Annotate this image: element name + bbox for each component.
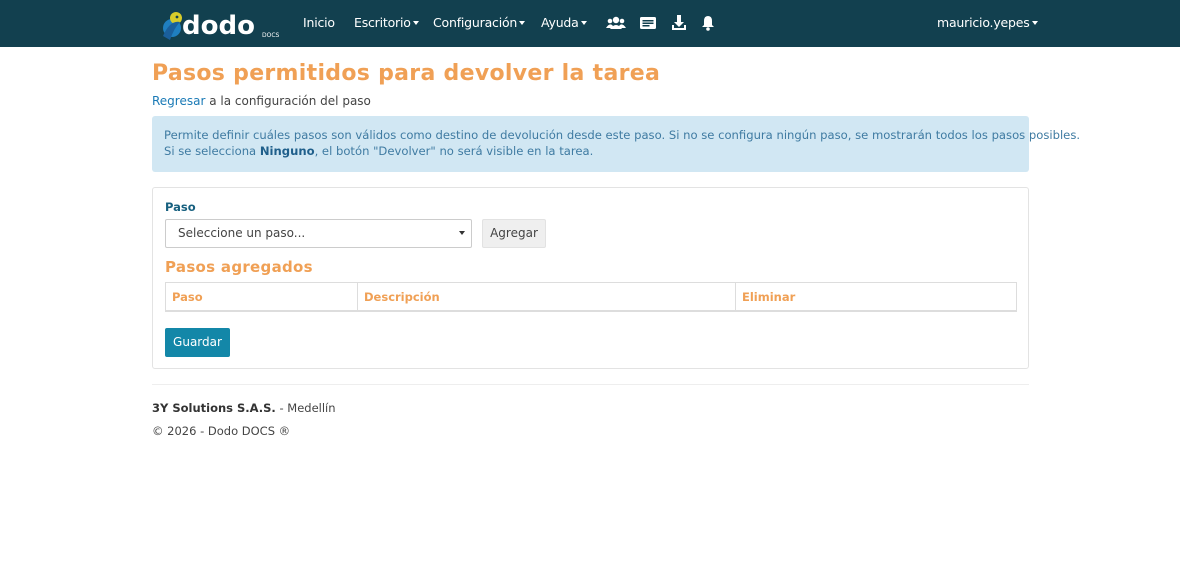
download-icon[interactable] [671, 12, 687, 34]
back-breadcrumb: Regresar a la configuración del paso [152, 94, 371, 108]
company-name: 3Y Solutions S.A.S. [152, 401, 276, 415]
top-navbar: dodo DOCS Inicio Escritorio Configuració… [0, 0, 1180, 47]
info-alert: Permite definir cuáles pasos son válidos… [152, 116, 1081, 172]
paso-select[interactable]: Seleccione un paso... [165, 219, 472, 248]
page-title: Pasos permitidos para devolver la tarea [152, 61, 661, 86]
save-button[interactable]: Guardar [165, 328, 230, 357]
nav-ayuda[interactable]: Ayuda [541, 15, 587, 30]
footer-divider [152, 384, 1029, 385]
svg-text:dodo: dodo [182, 11, 255, 41]
paso-select-value: Seleccione un paso... [178, 226, 306, 240]
svg-text:DOCS: DOCS [262, 32, 280, 39]
nav-escritorio[interactable]: Escritorio [354, 15, 419, 30]
bell-icon[interactable] [701, 12, 715, 34]
column-header-descripcion: Descripción [357, 283, 735, 311]
column-header-eliminar: Eliminar [735, 283, 1016, 311]
nav-configuracion[interactable]: Configuración [433, 15, 526, 30]
nav-inicio[interactable]: Inicio [303, 15, 335, 30]
alert-line-1: Permite definir cuáles pasos son válidos… [164, 128, 1081, 142]
caret-down-icon [519, 21, 526, 25]
footer-copyright: © 2026 - Dodo DOCS ® [152, 424, 291, 438]
paso-field-label: Paso [165, 200, 196, 214]
caret-down-icon [412, 21, 419, 25]
chevron-down-icon [459, 231, 465, 235]
column-header-paso: Paso [172, 290, 203, 304]
caret-down-icon [580, 21, 587, 25]
caret-down-icon [1031, 21, 1038, 25]
id-card-icon[interactable] [639, 12, 657, 34]
steps-panel: Paso Seleccione un paso... Agregar Pasos… [152, 187, 1029, 369]
ninguno-emphasis: Ninguno [259, 144, 315, 158]
user-menu[interactable]: mauricio.yepes [937, 15, 1038, 30]
footer-company: 3Y Solutions S.A.S. - Medellín [152, 401, 336, 415]
back-suffix-text: a la configuración del paso [205, 94, 371, 108]
back-link[interactable]: Regresar [152, 94, 205, 108]
added-steps-heading: Pasos agregados [165, 258, 313, 276]
add-step-button[interactable]: Agregar [482, 219, 546, 248]
dodo-docs-logo[interactable]: dodo DOCS [158, 6, 282, 42]
users-icon[interactable] [606, 12, 626, 34]
company-city: - Medellín [275, 401, 336, 415]
added-steps-table: Paso Descripción Eliminar [165, 282, 1017, 312]
alert-line-2: Si se selecciona Ninguno, el botón "Devo… [164, 144, 594, 158]
